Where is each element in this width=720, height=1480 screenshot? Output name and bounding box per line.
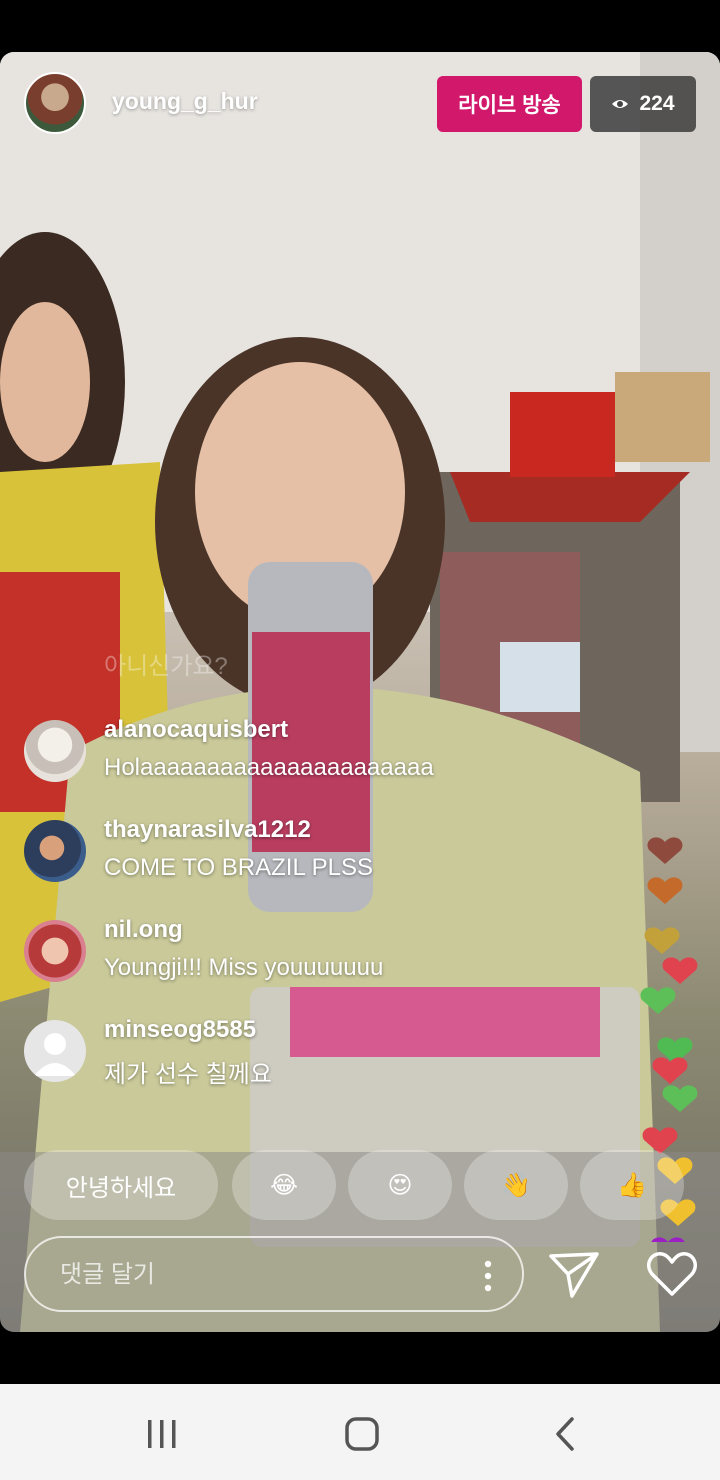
comment-item: alanocaquisbert Holaaaaaaaaaaaaaaaaaaaaa…: [24, 712, 584, 812]
commenter-avatar[interactable]: [24, 720, 86, 782]
send-icon[interactable]: [548, 1248, 600, 1300]
quick-reply-wave[interactable]: 👋: [464, 1150, 568, 1220]
quick-reply-label: 😍: [387, 1171, 413, 1199]
comment-item: thaynarasilva1212 COME TO BRAZIL PLSS: [24, 812, 584, 912]
host-username[interactable]: young_g_hur: [112, 88, 258, 115]
commenter-username[interactable]: nil.ong: [104, 916, 183, 944]
comment-item: minseog8585 제가 선수 칠께요: [24, 1012, 584, 1112]
back-icon[interactable]: [546, 1414, 586, 1454]
comment-text: Youngji!!! Miss youuuuuuu: [104, 954, 384, 981]
recent-apps-icon[interactable]: [142, 1414, 182, 1454]
commenter-username[interactable]: alanocaquisbert: [104, 716, 288, 744]
quick-reply-thumbs-up[interactable]: 👍: [580, 1150, 684, 1220]
comment-input[interactable]: [58, 1238, 442, 1312]
commenter-avatar-default[interactable]: [24, 1020, 86, 1082]
commenter-username[interactable]: thaynarasilva1212: [104, 816, 311, 844]
quick-reply-laugh[interactable]: 😂: [232, 1150, 336, 1220]
viewer-count: 224: [639, 92, 675, 115]
live-badge-label: 라이브 방송: [458, 94, 561, 117]
eye-icon: [612, 100, 629, 108]
comment-text: COME TO BRAZIL PLSS: [104, 854, 373, 881]
live-video[interactable]: young_g_hur 라이브 방송 224 아니신가요? alanocaqui…: [0, 52, 720, 1332]
quick-reply-heart-eyes[interactable]: 😍: [348, 1150, 452, 1220]
more-options-icon[interactable]: [484, 1260, 492, 1292]
comment-text: 제가 선수 칠께요: [104, 1061, 272, 1088]
default-avatar-icon: [34, 1033, 76, 1076]
commenter-avatar[interactable]: [24, 920, 86, 982]
quick-reply-hello[interactable]: 안녕하세요: [24, 1150, 218, 1220]
commenter-avatar[interactable]: [24, 820, 86, 882]
live-header: young_g_hur 라이브 방송 224: [0, 52, 720, 162]
host-avatar[interactable]: [24, 72, 86, 134]
video-scene: [0, 52, 720, 1332]
heart-icon[interactable]: [646, 1250, 698, 1298]
quick-reply-bar: 안녕하세요 😂 😍 👋 👍: [24, 1150, 720, 1220]
comment-text: Holaaaaaaaaaaaaaaaaaaaaaa: [104, 754, 434, 781]
viewer-count-badge[interactable]: 224: [590, 76, 696, 132]
commenter-username[interactable]: minseog8585: [104, 1016, 256, 1044]
comment-item: nil.ong Youngji!!! Miss youuuuuuu: [24, 912, 584, 1012]
quick-reply-label: 👍: [617, 1171, 647, 1199]
comment-box[interactable]: [24, 1236, 524, 1312]
quick-reply-label: 안녕하세요: [65, 1174, 177, 1202]
system-nav-bar: [0, 1384, 720, 1480]
comment-list: alanocaquisbert Holaaaaaaaaaaaaaaaaaaaaa…: [24, 712, 584, 1112]
fading-comment: 아니신가요?: [104, 653, 228, 680]
live-badge: 라이브 방송: [437, 76, 582, 132]
quick-reply-label: 😂: [269, 1171, 299, 1199]
quick-reply-label: 👋: [501, 1171, 531, 1199]
home-icon[interactable]: [342, 1414, 382, 1454]
